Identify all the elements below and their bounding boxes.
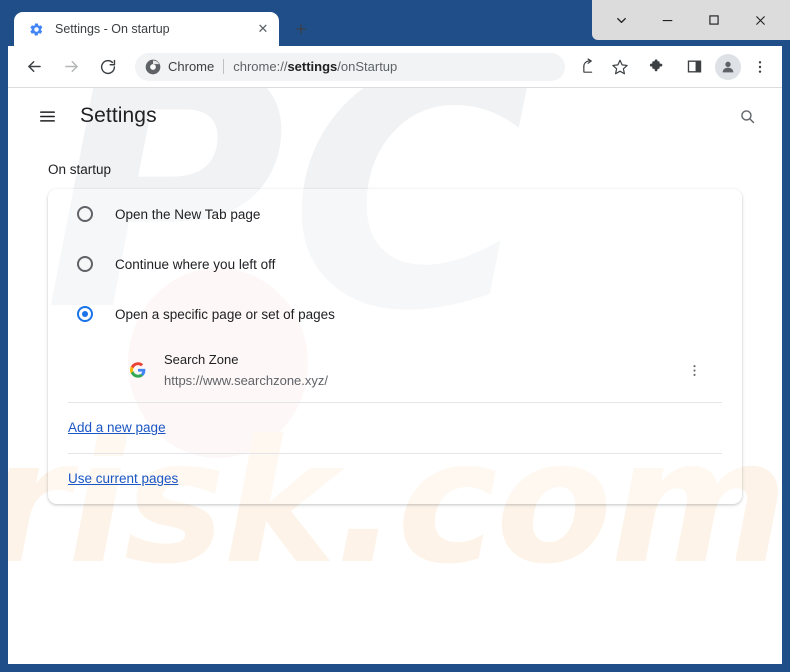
section-title: On startup (48, 162, 112, 177)
window-controls (592, 0, 790, 40)
hamburger-menu-icon[interactable] (30, 99, 64, 133)
maximize-button[interactable] (696, 5, 732, 35)
radio-label: Open the New Tab page (115, 206, 261, 222)
reload-button[interactable] (92, 51, 124, 83)
add-a-new-page-link[interactable]: Add a new page (68, 420, 166, 435)
browser-toolbar: Chrome chrome://settings/onStartup (8, 46, 782, 88)
startup-page-list-item: Search Zone https://www.searchzone.xyz/ (48, 339, 742, 402)
forward-button[interactable] (55, 51, 87, 83)
settings-header: Settings (8, 88, 782, 144)
tab-search-button[interactable] (603, 5, 639, 35)
close-button[interactable] (743, 5, 779, 35)
profile-avatar-icon[interactable] (715, 53, 741, 80)
gear-icon (28, 21, 44, 37)
startup-page-text: Search Zone https://www.searchzone.xyz/ (164, 349, 681, 392)
address-bar[interactable]: Chrome chrome://settings/onStartup (135, 52, 565, 81)
use-current-pages-row: Use current pages (48, 454, 742, 504)
browser-tab[interactable]: Settings - On startup ✕ (14, 12, 279, 46)
minimize-button[interactable] (650, 5, 686, 35)
url-prefix: chrome:// (233, 59, 288, 74)
radio-label: Open a specific page or set of pages (115, 306, 335, 322)
search-icon[interactable] (730, 99, 764, 133)
startup-page-name: Search Zone (164, 352, 239, 367)
extensions-puzzle-icon[interactable] (643, 53, 671, 81)
page-title: Settings (80, 104, 157, 127)
new-tab-button[interactable] (287, 15, 315, 43)
chrome-logo-icon (144, 58, 161, 75)
radio-option-new-tab-page[interactable]: Open the New Tab page (48, 189, 742, 239)
share-icon[interactable] (575, 53, 603, 81)
add-new-page-row: Add a new page (48, 403, 742, 453)
omnibox-scheme-label: Chrome (168, 59, 215, 74)
tab-title: Settings - On startup (55, 22, 170, 36)
radio-button[interactable] (77, 256, 93, 272)
settings-content: On startup Open the New Tab page Continu… (8, 162, 782, 504)
bookmark-star-icon[interactable] (606, 53, 634, 81)
use-current-pages-link[interactable]: Use current pages (68, 471, 178, 486)
url-suffix: /onStartup (337, 59, 398, 74)
back-button[interactable] (18, 51, 50, 83)
close-icon[interactable]: ✕ (253, 19, 273, 39)
tab-strip: Settings - On startup ✕ (8, 0, 790, 46)
google-g-icon (129, 362, 146, 379)
url-bold-segment: settings (287, 59, 338, 74)
on-startup-card: Open the New Tab page Continue where you… (48, 189, 742, 504)
radio-option-specific-pages[interactable]: Open a specific page or set of pages (48, 289, 742, 339)
radio-label: Continue where you left off (115, 256, 276, 272)
radio-button-selected[interactable] (77, 306, 93, 322)
browser-menu-button[interactable] (746, 53, 774, 81)
omnibox-url-text: chrome://settings/onStartup (233, 59, 397, 74)
omnibox-divider (223, 59, 225, 74)
more-actions-icon[interactable] (681, 357, 707, 383)
radio-button[interactable] (77, 206, 93, 222)
page-viewport: PC risk.com Settings On startup Open the… (8, 88, 782, 664)
startup-page-url: https://www.searchzone.xyz/ (164, 373, 329, 389)
browser-window: Settings - On startup ✕ Chrome chrome://… (0, 0, 790, 672)
radio-option-continue-where-left-off[interactable]: Continue where you left off (48, 239, 742, 289)
side-panel-icon[interactable] (680, 53, 708, 81)
